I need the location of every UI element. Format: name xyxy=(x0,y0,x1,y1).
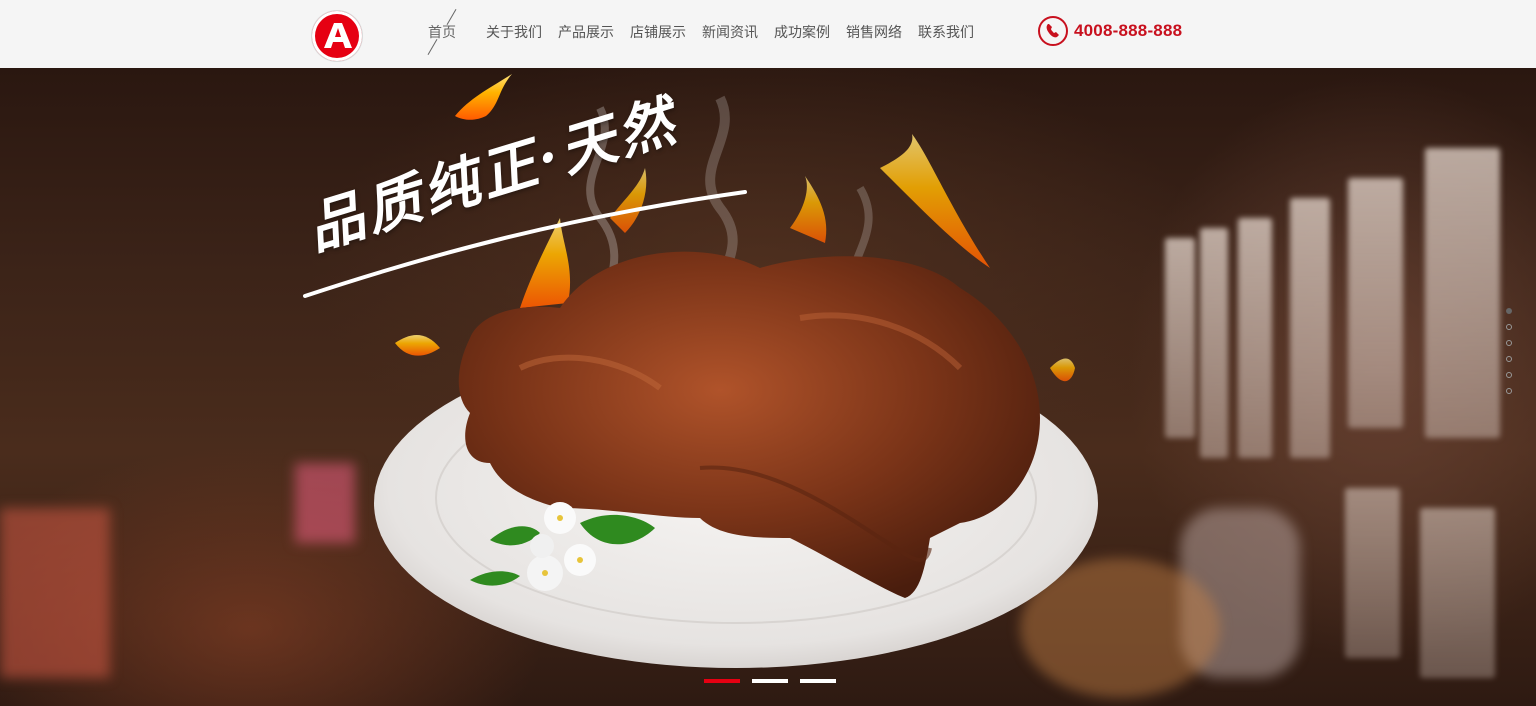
phone-number: 4008-888-888 xyxy=(1074,21,1183,40)
roast-duck-plate-image xyxy=(303,74,1098,668)
side-dot[interactable] xyxy=(1506,308,1512,314)
slide-indicator-1[interactable] xyxy=(704,679,740,683)
site-header: 首页 关于我们 产品展示 店铺展示 新闻资讯 成功案例 销售网络 联系我们 40… xyxy=(0,0,1536,68)
nav-contact[interactable]: 联系我们 xyxy=(918,23,974,43)
side-dot[interactable] xyxy=(1506,356,1512,362)
slide-indicator-2[interactable] xyxy=(752,679,788,683)
hero-banner: 品质纯正·天然 xyxy=(0,68,1536,706)
side-dot[interactable] xyxy=(1506,340,1512,346)
slide-indicator-3[interactable] xyxy=(800,679,836,683)
logo[interactable] xyxy=(312,11,362,61)
nav-home[interactable]: 首页 xyxy=(428,23,456,43)
side-dot-nav xyxy=(1506,308,1514,404)
hotline[interactable]: 4008-888-888 xyxy=(1038,15,1182,47)
side-dot[interactable] xyxy=(1506,388,1512,394)
side-dot[interactable] xyxy=(1506,372,1512,378)
nav-news[interactable]: 新闻资讯 xyxy=(702,23,758,43)
side-dot[interactable] xyxy=(1506,324,1512,330)
nav-products[interactable]: 产品展示 xyxy=(558,23,614,43)
nav-sales-network[interactable]: 销售网络 xyxy=(846,23,902,43)
nav-stores[interactable]: 店铺展示 xyxy=(630,23,686,43)
phone-icon xyxy=(1038,16,1068,46)
nav-about[interactable]: 关于我们 xyxy=(486,23,542,43)
slide-pager xyxy=(704,679,836,683)
logo-a-icon xyxy=(324,23,352,48)
nav-cases[interactable]: 成功案例 xyxy=(774,23,830,43)
